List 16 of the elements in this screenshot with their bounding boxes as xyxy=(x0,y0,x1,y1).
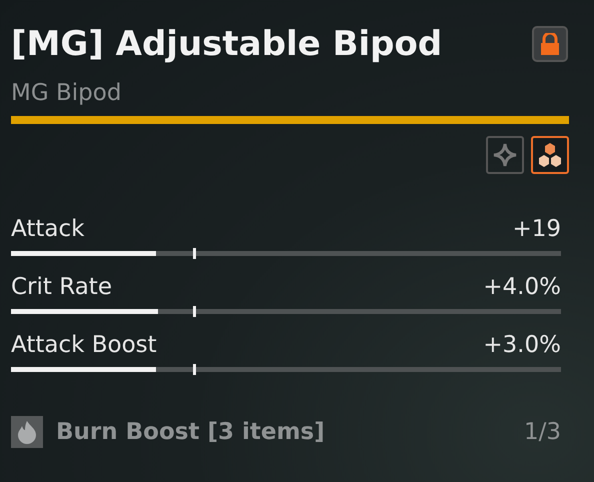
stat-name: Crit Rate xyxy=(11,274,112,300)
item-title: [MG] Adjustable Bipod xyxy=(11,23,442,66)
stat-name: Attack xyxy=(11,216,84,242)
set-bonus-name: Burn Boost [3 items] xyxy=(56,419,326,445)
set-count: 1/3 xyxy=(524,419,561,445)
stat-value: +3.0% xyxy=(483,332,561,358)
sparkle-icon xyxy=(493,143,517,167)
hexagons-icon xyxy=(537,142,563,168)
item-type: MG Bipod xyxy=(11,80,122,106)
lock-button[interactable] xyxy=(532,26,568,62)
view-tab[interactable] xyxy=(531,136,569,174)
stat-value: +4.0% xyxy=(483,274,561,300)
stat-value: +19 xyxy=(512,216,561,242)
stat-name: Attack Boost xyxy=(11,332,157,358)
lock-icon xyxy=(540,33,560,55)
flame-icon xyxy=(11,416,43,448)
